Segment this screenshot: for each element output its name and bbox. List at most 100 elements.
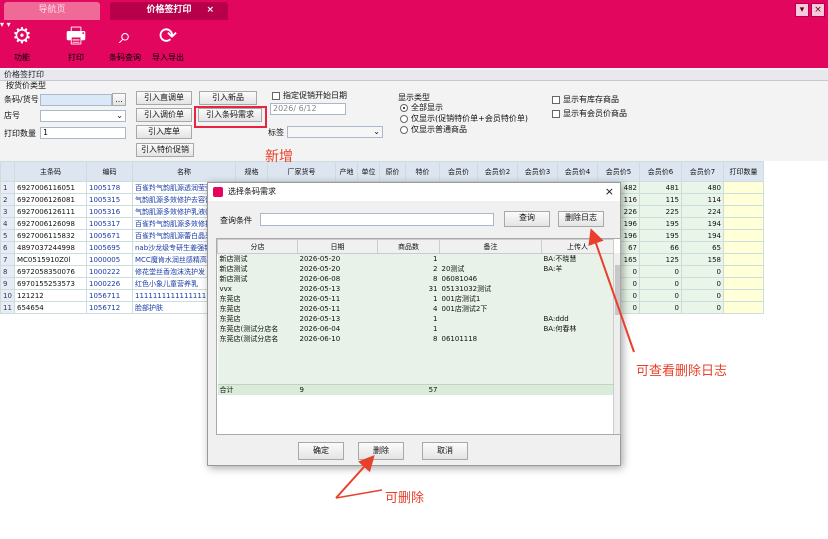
chevron-down-icon: ⌄ [373,127,380,136]
dialog-cell-date: 2026-06-04 [297,324,378,334]
display-promo-label: 仅显示(促销特价单+会员特价单) [411,114,528,123]
column-header[interactable]: 特价 [404,161,440,182]
cell-barcode: 6927006126111 [14,205,87,218]
column-header[interactable]: 会员价3 [516,161,558,182]
cell-barcode: 6927006116051 [14,181,87,194]
dialog-row[interactable]: 新店测试 2026-05-20 1 BA:不晓慧 [217,253,614,264]
cell-p8: 0 [680,265,724,278]
scrollbar[interactable] [613,253,620,434]
dialog-title: 选择条码需求 [228,187,276,196]
highlight-box [194,106,267,128]
dialog-row[interactable]: 新店测试 2026-06-08 8 06081046 [217,274,614,284]
dialog-row[interactable]: 东莞店 2026-05-13 1 BA:ddd [217,314,614,324]
print-qty-input[interactable]: 1 [40,127,126,139]
promo-date-input[interactable]: 2026/ 6/12 [270,103,346,115]
dialog-cell-store: 东莞店 [217,304,298,314]
sum-cell: 9 [297,383,378,395]
cell-barcode: 6927006126081 [14,193,87,206]
dialog-column-header[interactable]: 上传人 [541,239,614,254]
import-export-button[interactable]: ⟳ 导入导出 [150,22,186,63]
confirm-button[interactable]: 确定 [298,442,344,460]
search-button[interactable]: 查询 [504,211,550,227]
import-adjust-button[interactable]: 引入直调单 [136,91,192,105]
import-price-adjust-button[interactable]: 引入调价单 [136,108,192,122]
column-header[interactable]: 编码 [86,161,133,182]
column-header[interactable]: 会员价 [438,161,478,182]
display-all-radio[interactable] [400,104,408,112]
cell-no: 2 [0,193,15,206]
cancel-button[interactable]: 取消 [422,442,468,460]
query-input[interactable] [260,213,494,226]
dialog-cell-count: 1 [377,324,440,334]
cell-p8 [722,205,764,218]
delete-button[interactable]: 删除 [358,442,404,460]
display-normal-radio[interactable] [400,126,408,134]
dialog-column-header[interactable]: 备注 [439,239,542,254]
barcode-input[interactable] [40,94,112,106]
cell-p8 [722,193,764,206]
dialog-cell-count: 8 [377,274,440,284]
cell-p8 [722,217,764,230]
dialog-column-header[interactable]: 分店 [217,239,298,254]
window-close-button[interactable]: × [811,3,825,17]
dialog-row[interactable]: 东莞店 2026-05-11 1 001店测试1 [217,294,614,304]
cell-p8 [722,253,764,266]
print-button[interactable]: 🖶 打印 [60,22,92,63]
dialog-close-icon[interactable]: × [605,183,614,201]
dialog-cell-count: 31 [377,284,440,294]
column-header[interactable]: 会员价2 [476,161,518,182]
column-header[interactable]: 打印数量 [722,161,764,182]
scrollbar-thumb[interactable] [615,265,620,315]
display-type-label: 显示类型 [398,93,430,102]
show-member-price-checkbox[interactable] [552,110,560,118]
tab-home[interactable]: 导航页 [4,2,100,20]
tab-price-label-print[interactable]: 价格签打印 × [110,2,228,20]
close-icon[interactable]: × [206,2,214,18]
show-stock-checkbox[interactable] [552,96,560,104]
dialog-cell [297,364,378,374]
delete-log-button[interactable]: 删除日志 [558,211,604,227]
promo-start-checkbox[interactable] [272,92,280,100]
display-promo-radio[interactable] [400,115,408,123]
dialog-row[interactable]: 东莞店 2026-05-11 4 001店测试2下 [217,304,614,314]
column-header[interactable] [0,161,15,182]
column-header[interactable]: 规格 [234,161,268,182]
cell-code: 1056712 [86,301,133,314]
minimize-button[interactable]: ▾ [795,3,809,17]
function-button[interactable]: ⚙ 功能 [8,22,36,63]
print-qty-label: 打印数量 [4,129,36,138]
chevron-down-icon[interactable]: ▾ [0,20,4,29]
column-header[interactable]: 主条码 [14,161,87,182]
dialog-cell [377,354,440,364]
dialog-cell-date: 2026-05-20 [297,253,378,264]
query-label: 查询条件 [220,216,252,225]
dialog-row[interactable]: vvx 2026-05-13 31 05131032测试 [217,284,614,294]
dialog-column-header[interactable]: 商品数 [377,239,440,254]
dialog-cell-count: 2 [377,264,440,274]
cell-p8 [722,289,764,302]
gear-icon: ⚙ [12,24,32,49]
column-header[interactable]: 原价 [378,161,406,182]
import-special-button[interactable]: 引入特价促销 [136,143,194,157]
dialog-row[interactable]: 东莞店(测试分店名 2026-06-10 8 06101118 [217,334,614,344]
barcode-query-button[interactable]: ⌕ 条码查询 [108,22,142,63]
column-header[interactable]: 会员价6 [638,161,682,182]
dialog-column-header[interactable]: 日期 [297,239,378,254]
import-new-button[interactable]: 引入新品 [199,91,257,105]
dialog-row[interactable]: 新店测试 2026-05-20 2 20测试 BA:羊 [217,264,614,274]
column-header[interactable]: 会员价7 [680,161,724,182]
dialog-row[interactable]: 东莞店(测试分店名 2026-06-04 1 BA:何春林 [217,324,614,334]
column-header[interactable]: 单位 [356,161,380,182]
dialog-cell [541,364,614,374]
cell-no: 11 [0,301,15,314]
cell-no: 4 [0,217,15,230]
import-instock-button[interactable]: 引入库单 [136,125,192,139]
page-title: 价格签打印 [0,70,828,81]
store-select[interactable]: ⌄ [40,110,126,122]
column-header[interactable]: 会员价5 [596,161,640,182]
column-header[interactable]: 名称 [132,161,236,182]
column-header[interactable]: 会员价4 [556,161,598,182]
tag-select[interactable]: ⌄ [287,126,383,138]
column-header[interactable]: 产地 [334,161,358,182]
browse-button[interactable]: ... [112,93,126,106]
